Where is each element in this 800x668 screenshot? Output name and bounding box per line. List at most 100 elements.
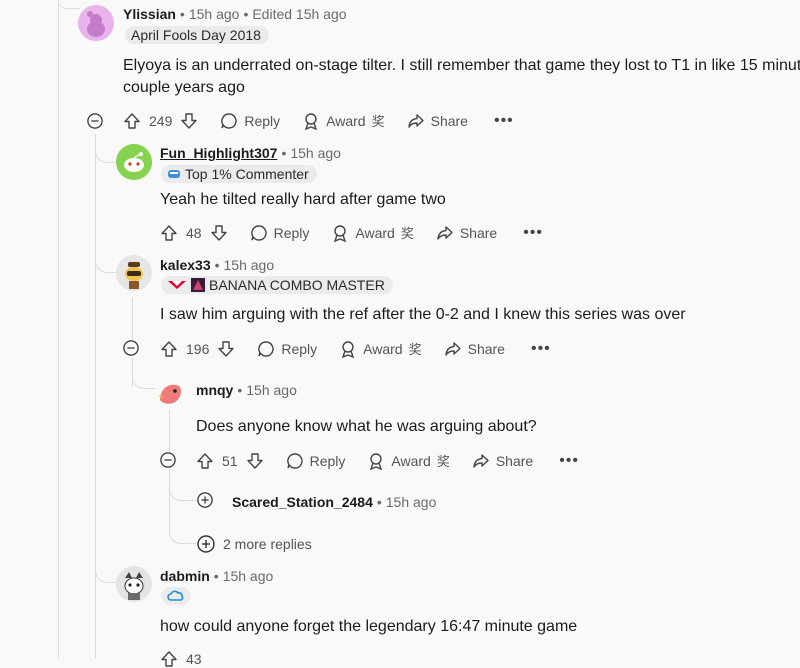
downvote-icon[interactable] (210, 224, 228, 242)
comment-actions: 51 Reply Award 奖 Share ••• (196, 451, 579, 470)
award-icon (334, 224, 347, 242)
award-button[interactable]: Award 奖 (339, 339, 422, 358)
share-button[interactable]: Share (472, 452, 533, 470)
reply-button[interactable]: Reply (250, 224, 310, 242)
edited-label: Edited 15h ago (252, 6, 347, 22)
share-button[interactable]: Share (436, 224, 497, 242)
award-button[interactable]: Award 奖 (367, 451, 450, 470)
upvote-icon[interactable] (160, 224, 178, 242)
vote-count: 48 (186, 224, 202, 241)
comment-body: how could anyone forget the legendary 16… (160, 618, 578, 635)
thread-line-mnqy (169, 410, 170, 452)
thread-connector (132, 362, 155, 389)
avatar[interactable] (116, 566, 152, 602)
comment-meta: dabmin • 15h ago (160, 568, 274, 584)
downvote-icon[interactable] (246, 452, 264, 470)
award-button[interactable]: Award 奖 (302, 111, 385, 130)
reply-label: Reply (244, 112, 281, 129)
reply-icon (286, 452, 303, 469)
more-replies-button[interactable]: 2 more replies (197, 535, 312, 553)
more-options-icon[interactable]: ••• (559, 452, 579, 470)
award-button[interactable]: Award 奖 (331, 223, 414, 242)
avatar[interactable] (78, 5, 114, 41)
comment-meta: kalex33 • 15h ago (160, 257, 275, 273)
reply-button[interactable]: Reply (220, 112, 280, 130)
comment-body: I saw him arguing with the ref after the… (160, 306, 686, 323)
user-flair: Top 1% Commenter (161, 165, 317, 183)
thread-connector (58, 0, 80, 9)
snoo-avatar-icon (78, 5, 114, 41)
reply-label: Reply (281, 340, 318, 357)
award-glyph-icon: 奖 (408, 342, 422, 357)
username-link[interactable]: Ylissian (123, 6, 176, 22)
award-label: Award (363, 340, 403, 357)
timestamp: 15h ago (222, 568, 274, 584)
timestamp: 15h ago (385, 494, 437, 510)
snoo-avatar-icon (116, 144, 152, 180)
collapse-thread-icon[interactable] (123, 340, 139, 356)
username-link[interactable]: Fun_Highlight307 (160, 145, 277, 161)
share-label: Share (459, 224, 498, 241)
award-glyph-icon: 奖 (400, 226, 414, 241)
snoo-avatar-icon (116, 255, 152, 291)
vote-count: 196 (186, 340, 210, 357)
comment-actions: 249 Reply Award 奖 Share ••• (123, 111, 514, 130)
avatar[interactable] (116, 255, 152, 291)
flair-text: April Fools Day 2018 (131, 27, 261, 43)
downvote-icon[interactable] (180, 112, 198, 130)
thread-line-ylissian (95, 134, 96, 658)
flair-text: BANANA COMBO MASTER (209, 277, 385, 293)
timestamp: 15h ago (223, 257, 275, 273)
more-options-icon[interactable]: ••• (531, 340, 551, 358)
avatar[interactable] (116, 144, 152, 180)
comment-body-line: Elyoya is an underrated on-stage tilter.… (123, 57, 800, 74)
downvote-icon[interactable] (217, 340, 235, 358)
flair-text: Top 1% Commenter (185, 166, 309, 182)
reply-icon (221, 112, 238, 129)
share-icon (437, 225, 453, 240)
user-flair: BANANA COMBO MASTER (161, 276, 393, 294)
share-icon (407, 113, 424, 128)
timestamp: 15h ago (290, 145, 341, 161)
award-label: Award (355, 224, 395, 241)
share-label: Share (430, 112, 468, 129)
thread-line-root (58, 0, 59, 658)
award-label: Award (326, 112, 366, 129)
comment-body: Elyoya is an underrated on-stage tilter.… (123, 55, 800, 99)
username-link[interactable]: dabmin (160, 568, 210, 584)
plus-circle-icon (197, 535, 215, 553)
thread-connector (169, 478, 198, 501)
vote-count: 249 (149, 112, 173, 129)
collapse-thread-icon[interactable] (87, 113, 103, 129)
reply-label: Reply (273, 224, 310, 241)
thread-connector (95, 250, 118, 273)
share-button[interactable]: Share (407, 112, 468, 130)
thread-connector (169, 520, 198, 544)
reply-button[interactable]: Reply (257, 340, 317, 358)
timestamp: 15h ago (188, 6, 240, 22)
collapse-thread-icon[interactable] (160, 452, 176, 468)
upvote-icon[interactable] (196, 452, 214, 470)
more-replies-label: 2 more replies (223, 536, 312, 552)
more-options-icon[interactable]: ••• (523, 224, 543, 242)
upvote-icon[interactable] (123, 112, 141, 130)
vote-count: 43 (186, 651, 202, 667)
username-link[interactable]: Scared_Station_2484 (232, 494, 373, 510)
expand-thread-icon[interactable] (197, 492, 213, 508)
vote-count: 51 (222, 452, 238, 469)
bird-avatar-icon (155, 378, 185, 408)
vote-group: 51 (196, 452, 264, 470)
upvote-icon[interactable] (160, 650, 178, 668)
more-options-icon[interactable]: ••• (494, 112, 514, 130)
comment-meta: Ylissian • 15h ago • Edited 15h ago (123, 6, 347, 22)
reply-button[interactable]: Reply (286, 452, 345, 470)
share-button[interactable]: Share (444, 340, 505, 358)
comment-actions: 48 Reply Award 奖 Share ••• (160, 223, 543, 242)
username-link[interactable]: kalex33 (160, 257, 211, 273)
avatar[interactable] (155, 378, 185, 408)
reply-icon (258, 340, 275, 357)
upvote-icon[interactable] (160, 340, 178, 358)
thread-connector (95, 560, 118, 583)
username-link[interactable]: mnqy (196, 382, 233, 398)
user-flair (161, 587, 191, 605)
